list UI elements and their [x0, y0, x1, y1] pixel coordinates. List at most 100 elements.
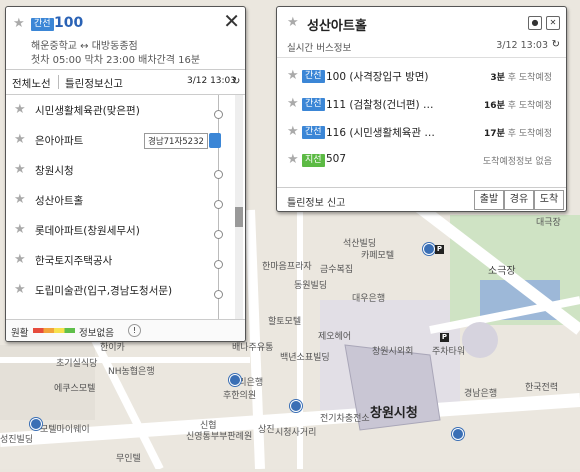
route-name: 111 (검찰청(건너편) …: [326, 99, 434, 111]
route-endpoints: 해운중학교 ↔ 대방동종점: [31, 41, 138, 52]
stop-dot: [214, 290, 223, 299]
list-item[interactable]: ★ 창원시청: [6, 155, 221, 185]
timestamp: 3/12 13:03: [187, 76, 237, 86]
bus-stop-marker[interactable]: [290, 400, 302, 412]
map-label: 백년소표빌딩: [280, 353, 330, 363]
list-item[interactable]: ★ 도립미술관(입구,경남도청서문): [6, 275, 221, 305]
tab-report-error[interactable]: 틀린정보신고: [65, 76, 123, 91]
map-label: 대우은행: [352, 294, 386, 304]
map-label: 금수복집: [320, 265, 354, 275]
refresh-icon[interactable]: ↻: [232, 76, 240, 87]
refresh-icon[interactable]: ↻: [552, 39, 560, 50]
map-label: 전기차충전소: [320, 414, 370, 424]
map-label: 동원빌딩: [294, 281, 328, 291]
bus-icon[interactable]: [209, 133, 221, 148]
map-label-city-hall: 창원시청: [370, 406, 418, 421]
departure-button[interactable]: 출발: [474, 190, 504, 210]
map-label: 시청사거리: [275, 428, 317, 438]
map-label: 제오헤어: [318, 332, 352, 342]
arrival-eta: 16분 후 도착예정: [484, 101, 552, 111]
stop-info-panel: ★ 성산아트홀 ● ✕ 실시간 버스정보 3/12 13:03 ↻ ★ 간선 1…: [276, 6, 567, 212]
arrival-eta: 17분 후 도착예정: [484, 129, 552, 139]
favorite-star-icon[interactable]: ★: [287, 68, 299, 83]
list-item[interactable]: ★ 시민생활체육관(맞은편): [6, 95, 221, 125]
route-name: 100 (사격장입구 방면): [326, 71, 429, 83]
map-label: 모텔마이웨이: [40, 425, 90, 435]
tab-full-route[interactable]: 전체노선: [12, 76, 51, 91]
stop-title: 성산아트홀: [307, 19, 367, 34]
arrival-list: ★ 간선 100 (사격장입구 방면) 3분 후 도착예정 ★ 간선 111 (…: [277, 57, 566, 167]
route-type-badge: 간선: [302, 98, 325, 111]
favorite-star-icon[interactable]: ★: [14, 282, 26, 297]
congestion-bar: [33, 328, 75, 333]
route-name: 116 (시민생활체육관 …: [326, 127, 435, 139]
stop-panel-footer: 틀린정보 신고 출발 경유 도착: [277, 187, 566, 211]
close-icon[interactable]: ✕: [546, 16, 560, 30]
arrival-eta: 도착예정정보 없음: [482, 157, 552, 167]
map-label: 한국전력: [525, 383, 559, 393]
stop-dot: [214, 170, 223, 179]
arrival-eta: 3분 후 도착예정: [490, 73, 552, 83]
report-error-link[interactable]: 틀린정보 신고: [287, 194, 345, 209]
via-button[interactable]: 경유: [504, 190, 534, 210]
route-type-badge: 간선: [302, 126, 325, 139]
stop-dot: [214, 230, 223, 239]
route-type-badge: 간선: [302, 70, 325, 83]
map-label: 상진: [258, 425, 275, 435]
favorite-star-icon[interactable]: ★: [13, 16, 25, 31]
favorite-star-icon[interactable]: ★: [14, 132, 26, 147]
favorite-star-icon[interactable]: ★: [14, 252, 26, 267]
route-number: 100: [54, 15, 84, 31]
bus-stop-marker[interactable]: [30, 418, 42, 430]
list-item[interactable]: ★ 한국토지주택공사: [6, 245, 221, 275]
map-label: 주차타워: [432, 347, 466, 357]
favorite-star-icon[interactable]: ★: [287, 152, 299, 167]
favorite-star-icon[interactable]: ★: [14, 222, 26, 237]
favorite-star-icon[interactable]: ★: [287, 124, 299, 139]
map-label: 에쿠스모텔: [54, 384, 96, 394]
favorite-star-icon[interactable]: ★: [14, 162, 26, 177]
realtime-label: 실시간 버스정보: [287, 43, 352, 54]
route-detail-panel: ★ 간선 100 ✕ 해운중학교 ↔ 대방동종점 첫차 05:00 막차 23:…: [5, 6, 246, 342]
map-label: 창원시외회: [372, 347, 414, 357]
map-label: 경남은행: [464, 389, 498, 399]
bus-stop-marker[interactable]: [452, 428, 464, 440]
route-tabs: 전체노선 틀린정보신고 3/12 13:03 ↻: [6, 69, 245, 95]
table-row[interactable]: ★ 간선 116 (시민생활체육관 … 17분 후 도착예정: [277, 118, 566, 146]
map-label: 무인텔: [116, 454, 141, 464]
map-label: 성진빌딩: [0, 435, 34, 445]
scrollbar[interactable]: [235, 95, 243, 319]
legend-smooth-label: 원활: [11, 328, 29, 339]
favorite-star-icon[interactable]: ★: [287, 15, 299, 30]
route-type-badge: 간선: [31, 18, 54, 31]
map-label: 한마음프라자: [262, 262, 312, 272]
scrollbar-thumb[interactable]: [235, 207, 243, 227]
map-label: 신영통부부판례원: [186, 432, 253, 442]
favorite-star-icon[interactable]: ★: [14, 102, 26, 117]
congestion-legend: 원활 정보없음 !: [6, 319, 245, 341]
route-type-badge: 지선: [302, 154, 325, 167]
stop-list: ★ 시민생활체육관(맞은편) ★ 은아아파트 ★ 창원시청 ★ 성산아트홀 ★ 롯데아파트…: [6, 95, 245, 319]
list-item[interactable]: ★ 롯데아파트(창원세무서): [6, 215, 221, 245]
parking-icon: P: [440, 333, 449, 342]
info-icon[interactable]: !: [128, 324, 141, 337]
list-item[interactable]: ★ 성산아트홀: [6, 185, 221, 215]
legend-nodata-label: 정보없음: [79, 328, 114, 339]
favorite-star-icon[interactable]: ★: [287, 96, 299, 111]
table-row[interactable]: ★ 간선 111 (검찰청(건너편) … 16분 후 도착예정: [277, 90, 566, 118]
close-icon[interactable]: ✕: [223, 11, 240, 31]
stop-dot: [214, 200, 223, 209]
route-schedule: 첫차 05:00 막차 23:00 배차간격 16분: [31, 55, 201, 66]
bus-stop-icon[interactable]: ●: [528, 16, 542, 30]
map-label: 카페모텔: [361, 251, 395, 261]
stop-dot: [214, 260, 223, 269]
arrival-button[interactable]: 도착: [534, 190, 564, 210]
map-label: 후한의원: [223, 391, 257, 401]
bus-stop-marker[interactable]: [423, 243, 435, 255]
stop-dot: [214, 110, 223, 119]
favorite-star-icon[interactable]: ★: [14, 192, 26, 207]
bus-stop-marker[interactable]: [229, 374, 241, 386]
route-name: 507: [326, 153, 347, 165]
table-row[interactable]: ★ 지선 507 도착예정정보 없음: [277, 146, 566, 174]
table-row[interactable]: ★ 간선 100 (사격장입구 방면) 3분 후 도착예정: [277, 62, 566, 90]
